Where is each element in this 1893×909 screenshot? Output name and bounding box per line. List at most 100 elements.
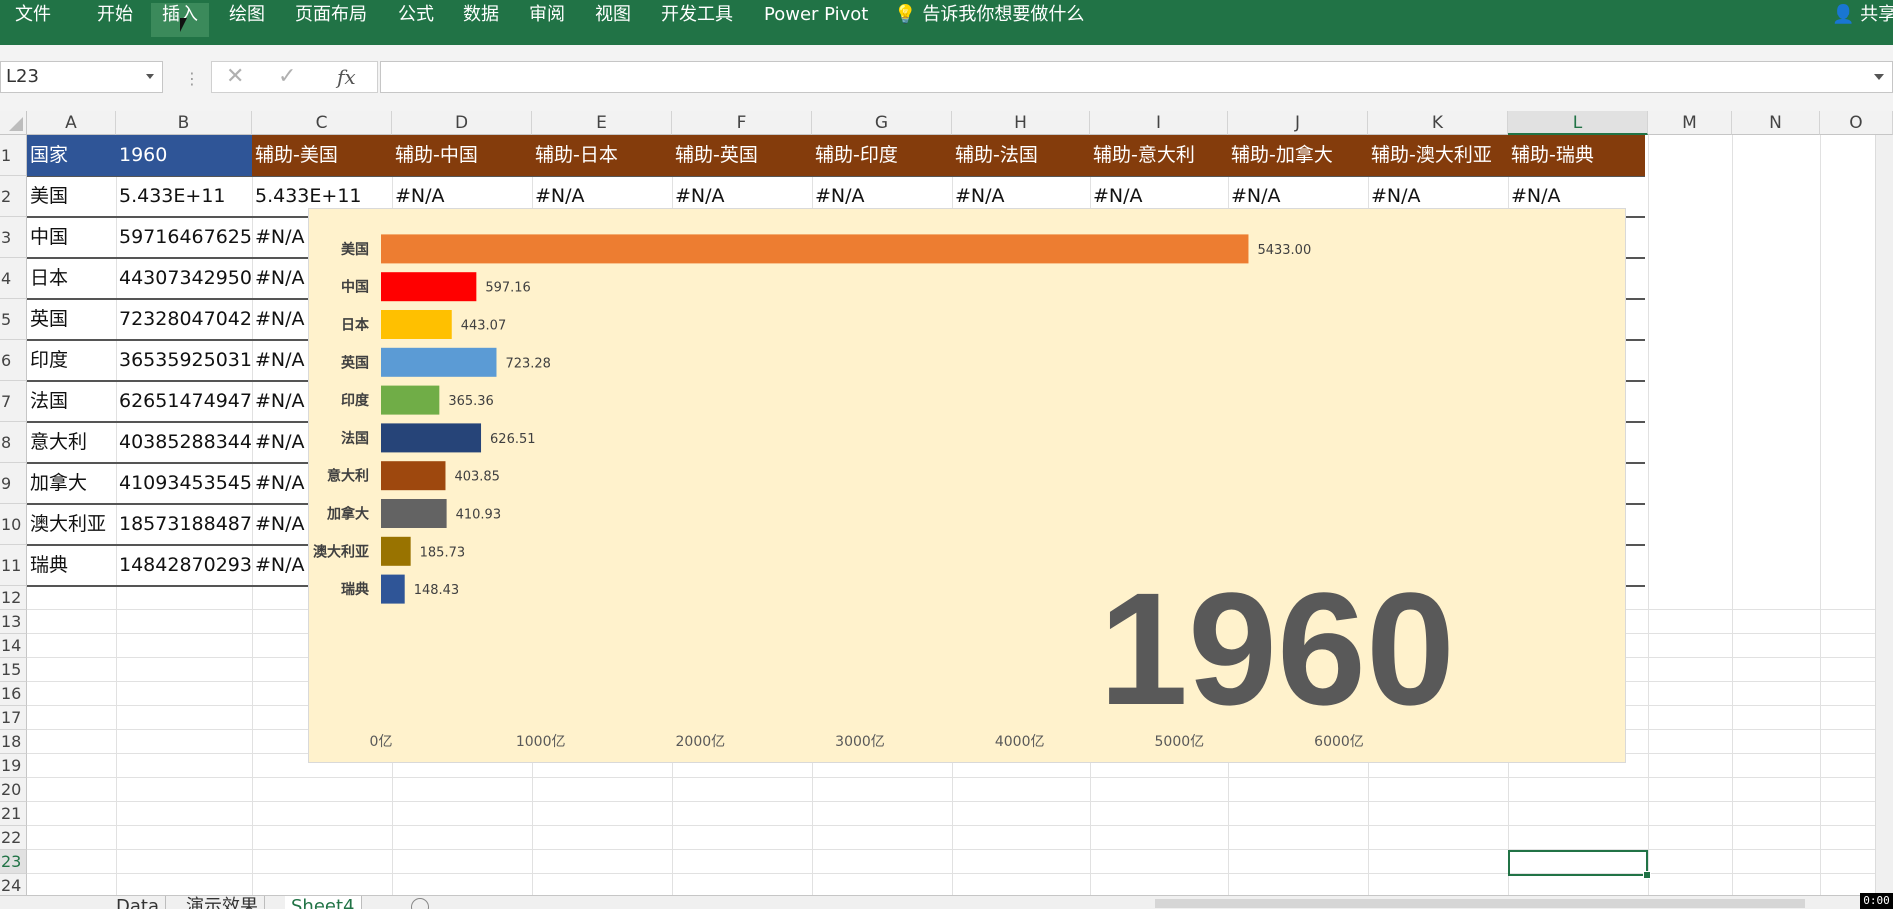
column-header-C[interactable]: C <box>252 111 392 135</box>
header-cell-L[interactable]: 辅助-瑞典 <box>1508 135 1648 176</box>
row-header-12[interactable]: 12 <box>0 586 27 610</box>
column-header-G[interactable]: G <box>812 111 952 135</box>
header-cell-I[interactable]: 辅助-意大利 <box>1090 135 1228 176</box>
cell-B2[interactable]: 5.433E+11 <box>116 176 252 217</box>
header-cell-A[interactable]: 国家 <box>27 135 116 176</box>
header-cell-K[interactable]: 辅助-澳大利亚 <box>1368 135 1508 176</box>
header-cell-H[interactable]: 辅助-法国 <box>952 135 1090 176</box>
header-cell-C[interactable]: 辅助-美国 <box>252 135 392 176</box>
row-header-13[interactable]: 13 <box>0 610 27 634</box>
tab-power-pivot[interactable]: Power Pivot <box>753 3 879 37</box>
cell-A9[interactable]: 加拿大 <box>27 463 116 504</box>
bar[interactable] <box>381 499 447 528</box>
cell-A3[interactable]: 中国 <box>27 217 116 258</box>
share-button[interactable]: 👤 共享 <box>1832 3 1893 27</box>
column-header-M[interactable]: M <box>1648 111 1732 135</box>
row-header-8[interactable]: 8 <box>0 422 27 463</box>
row-header-2[interactable]: 2 <box>0 176 27 217</box>
row-header-23[interactable]: 23 <box>0 850 27 874</box>
row-header-4[interactable]: 4 <box>0 258 27 299</box>
sheet-tab-data[interactable]: Data <box>110 896 166 909</box>
cell-B8[interactable]: 40385288344 <box>116 422 252 463</box>
sheet-tab-demo[interactable]: 演示效果 <box>180 896 265 909</box>
vertical-scrollbar[interactable] <box>1875 135 1893 895</box>
cell-A2[interactable]: 美国 <box>27 176 116 217</box>
cell-B9[interactable]: 41093453545 <box>116 463 252 504</box>
bar[interactable] <box>381 385 440 415</box>
selected-cell-L23[interactable] <box>1508 850 1651 879</box>
tell-me-search[interactable]: 💡 告诉我你想要做什么 <box>894 3 1084 33</box>
column-header-E[interactable]: E <box>532 111 672 135</box>
row-header-11[interactable]: 11 <box>0 545 27 586</box>
tab-draw[interactable]: 绘图 <box>218 3 276 37</box>
row-header-21[interactable]: 21 <box>0 802 27 826</box>
bar[interactable] <box>381 461 446 491</box>
cell-A6[interactable]: 印度 <box>27 340 116 381</box>
sheet-tab-sheet4[interactable]: Sheet4 <box>285 896 362 909</box>
header-cell-F[interactable]: 辅助-英国 <box>672 135 812 176</box>
column-header-L[interactable]: L <box>1508 111 1648 135</box>
cell-A7[interactable]: 法国 <box>27 381 116 422</box>
formula-input[interactable] <box>380 61 1893 93</box>
expand-formula-bar-icon[interactable] <box>1874 74 1884 80</box>
column-header-N[interactable]: N <box>1732 111 1820 135</box>
tab-page-layout[interactable]: 页面布局 <box>284 3 378 37</box>
cell-B6[interactable]: 36535925031 <box>116 340 252 381</box>
bar[interactable] <box>381 234 1249 264</box>
horizontal-scrollbar[interactable] <box>1155 899 1805 908</box>
cell-A11[interactable]: 瑞典 <box>27 545 116 586</box>
cell-B10[interactable]: 18573188487 <box>116 504 252 545</box>
column-header-D[interactable]: D <box>392 111 532 135</box>
column-header-I[interactable]: I <box>1090 111 1228 135</box>
select-all-corner[interactable] <box>0 111 27 135</box>
column-header-B[interactable]: B <box>116 111 252 135</box>
row-header-1[interactable]: 1 <box>0 135 27 176</box>
row-header-15[interactable]: 15 <box>0 658 27 682</box>
row-header-10[interactable]: 10 <box>0 504 27 545</box>
row-header-9[interactable]: 9 <box>0 463 27 504</box>
header-cell-E[interactable]: 辅助-日本 <box>532 135 672 176</box>
header-cell-G[interactable]: 辅助-印度 <box>812 135 952 176</box>
cell-A5[interactable]: 英国 <box>27 299 116 340</box>
bar-chart[interactable]: 美国 5433.00 中国 597.16 日本 443.07 英国 723.28 印度 365.3… <box>308 208 1626 763</box>
cell-A8[interactable]: 意大利 <box>27 422 116 463</box>
column-header-K[interactable]: K <box>1368 111 1508 135</box>
tab-review[interactable]: 审阅 <box>518 3 576 37</box>
cancel-icon[interactable]: ✕ <box>226 64 244 89</box>
tab-view[interactable]: 视图 <box>584 3 642 37</box>
cell-B11[interactable]: 14842870293 <box>116 545 252 586</box>
enter-check-icon[interactable]: ✓ <box>278 64 296 89</box>
bar[interactable] <box>381 310 452 339</box>
row-header-16[interactable]: 16 <box>0 682 27 706</box>
row-header-14[interactable]: 14 <box>0 634 27 658</box>
cell-B5[interactable]: 72328047042 <box>116 299 252 340</box>
cell-B4[interactable]: 44307342950 <box>116 258 252 299</box>
column-header-F[interactable]: F <box>672 111 812 135</box>
chevron-down-icon[interactable] <box>146 74 154 79</box>
bar[interactable] <box>381 272 477 302</box>
column-header-J[interactable]: J <box>1228 111 1368 135</box>
header-cell-B[interactable]: 1960 <box>116 135 252 176</box>
row-header-18[interactable]: 18 <box>0 730 27 754</box>
cell-B7[interactable]: 62651474947 <box>116 381 252 422</box>
bar[interactable] <box>381 423 482 453</box>
row-header-3[interactable]: 3 <box>0 217 27 258</box>
row-header-19[interactable]: 19 <box>0 754 27 778</box>
tab-file[interactable]: 文件 <box>4 3 62 37</box>
name-box[interactable]: L23 <box>0 61 163 93</box>
header-cell-J[interactable]: 辅助-加拿大 <box>1228 135 1368 176</box>
tab-home[interactable]: 开始 <box>86 3 144 37</box>
tab-data[interactable]: 数据 <box>452 3 510 37</box>
bar[interactable] <box>381 536 411 566</box>
cell-A4[interactable]: 日本 <box>27 258 116 299</box>
column-header-A[interactable]: A <box>27 111 116 135</box>
tab-developer[interactable]: 开发工具 <box>650 3 744 37</box>
tab-formulas[interactable]: 公式 <box>387 3 445 37</box>
row-header-22[interactable]: 22 <box>0 826 27 850</box>
cell-B3[interactable]: 59716467625 <box>116 217 252 258</box>
row-header-17[interactable]: 17 <box>0 706 27 730</box>
column-header-H[interactable]: H <box>952 111 1090 135</box>
row-header-5[interactable]: 5 <box>0 299 27 340</box>
cell-A10[interactable]: 澳大利亚 <box>27 504 116 545</box>
add-sheet-icon[interactable] <box>411 898 429 909</box>
